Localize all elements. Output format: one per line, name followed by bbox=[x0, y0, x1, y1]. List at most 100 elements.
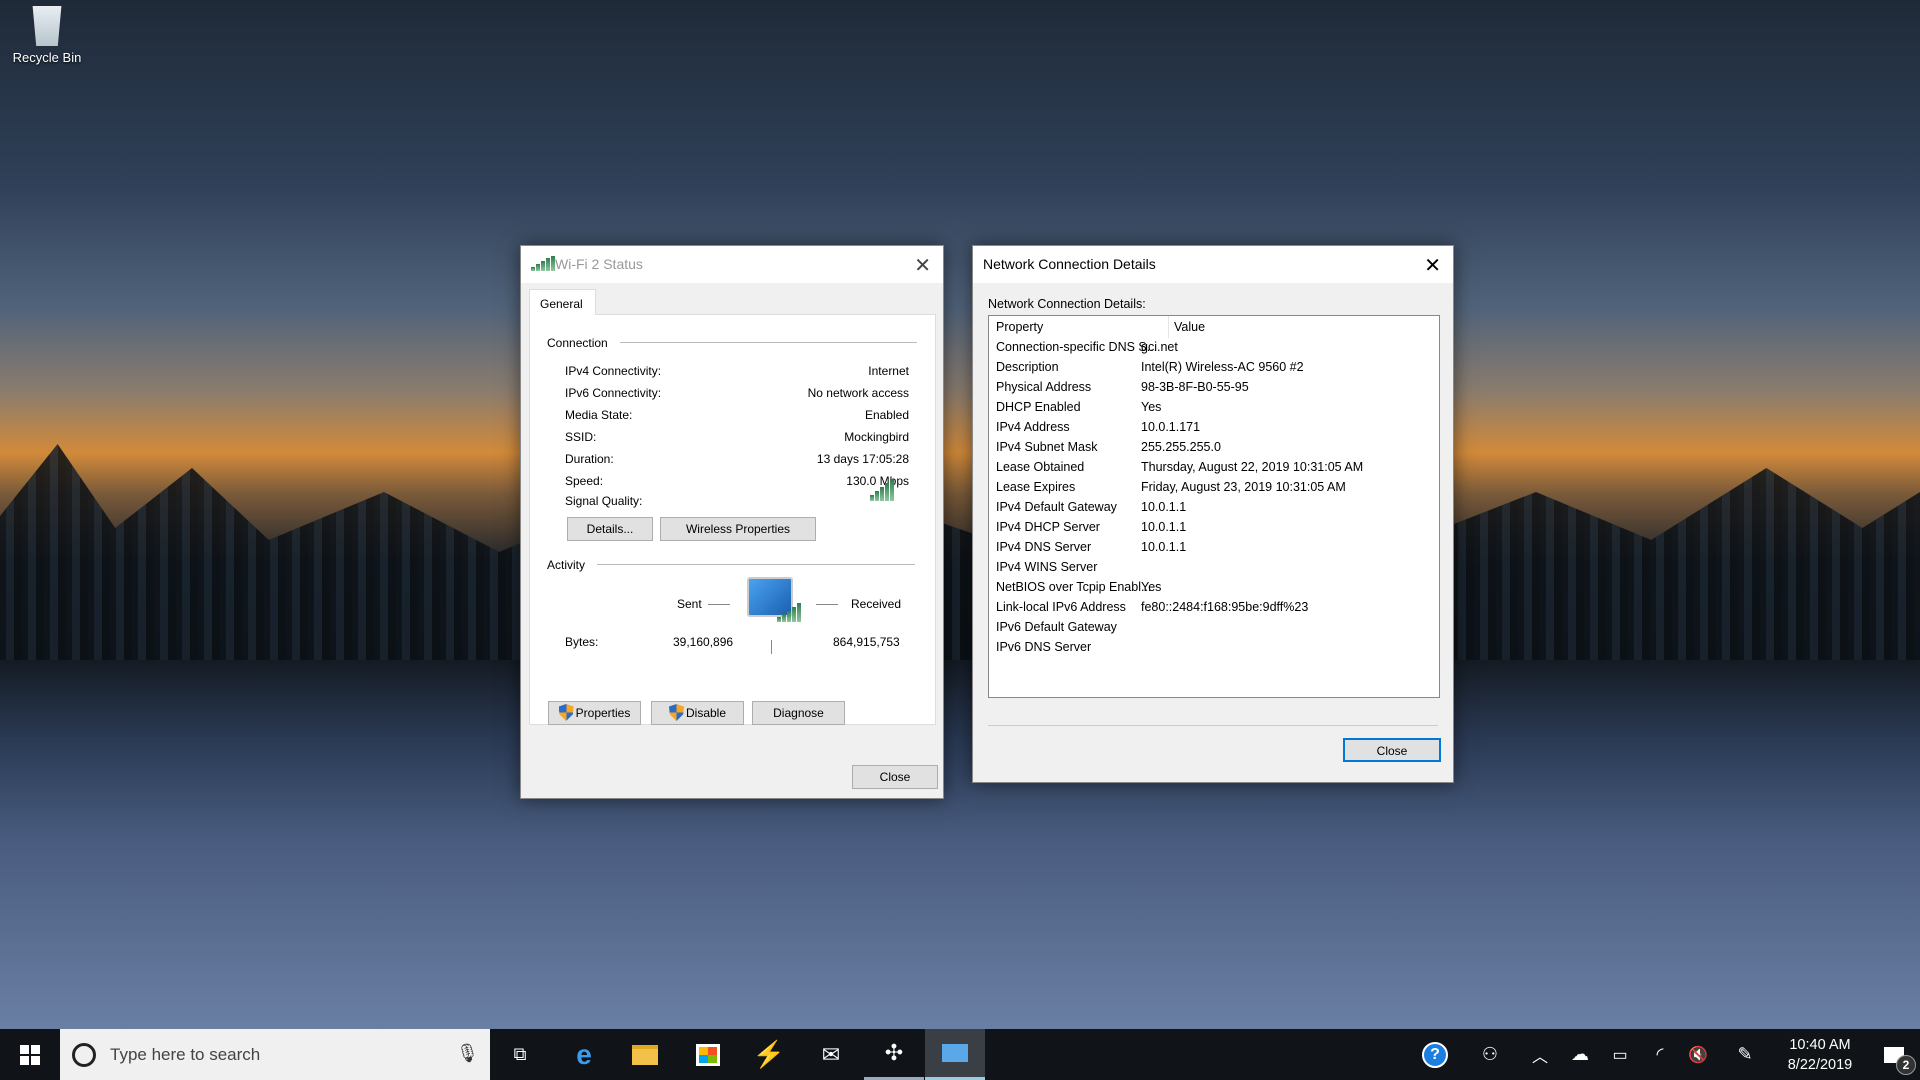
app-icon[interactable]: ✣ bbox=[864, 1029, 924, 1080]
column-header-property[interactable]: Property bbox=[996, 320, 1043, 334]
uac-shield-icon bbox=[558, 704, 574, 721]
property-cell: Link-local IPv6 Address bbox=[996, 600, 1126, 614]
property-cell: Lease Expires bbox=[996, 480, 1076, 494]
field-label: Duration: bbox=[565, 452, 614, 466]
value-cell: 10.0.1.1 bbox=[1141, 520, 1187, 534]
value-cell: 10.0.1.1 bbox=[1141, 500, 1187, 514]
property-cell: IPv6 DNS Server bbox=[996, 640, 1092, 654]
list-item[interactable]: IPv4 DNS Server 10.0.1.1 bbox=[996, 538, 1439, 558]
title-bar: Wi-Fi 2 Status ✕ bbox=[521, 246, 943, 283]
details-list[interactable]: Property Value Connection-specific DNS S… bbox=[988, 315, 1440, 698]
action-center-icon[interactable]: 2 bbox=[1868, 1029, 1920, 1080]
list-item[interactable]: IPv4 DHCP Server 10.0.1.1 bbox=[996, 518, 1439, 538]
field-value: 13 days 17:05:28 bbox=[816, 452, 909, 466]
list-item[interactable]: Lease Obtained Thursday, August 22, 2019… bbox=[996, 458, 1439, 478]
clock-date: 8/22/2019 bbox=[1787, 1057, 1853, 1073]
property-cell: IPv6 Default Gateway bbox=[996, 620, 1117, 634]
task-view-button[interactable]: ⧉ bbox=[490, 1029, 550, 1080]
list-item[interactable]: DHCP Enabled Yes bbox=[996, 398, 1439, 418]
close-icon[interactable]: ✕ bbox=[914, 253, 931, 278]
title-bar: Network Connection Details ✕ bbox=[973, 246, 1453, 283]
store-icon[interactable] bbox=[678, 1029, 738, 1080]
list-item[interactable]: Connection-specific DNS S... gci.net bbox=[996, 338, 1439, 358]
property-cell: IPv4 WINS Server bbox=[996, 560, 1098, 574]
details-caption: Network Connection Details: bbox=[988, 297, 1146, 311]
list-item[interactable]: Lease Expires Friday, August 23, 2019 10… bbox=[996, 478, 1439, 498]
wireless-properties-button[interactable]: Wireless Properties bbox=[660, 517, 816, 541]
cortana-icon bbox=[72, 1043, 96, 1067]
value-cell: 10.0.1.1 bbox=[1141, 540, 1187, 554]
field-value: Mockingbird bbox=[844, 430, 909, 444]
close-button[interactable]: Close bbox=[1343, 738, 1441, 762]
divider bbox=[816, 604, 838, 605]
property-cell: Description bbox=[996, 360, 1059, 374]
properties-button[interactable]: Properties bbox=[548, 701, 641, 725]
list-item[interactable]: NetBIOS over Tcpip Enabl... Yes bbox=[996, 578, 1439, 598]
received-label: Received bbox=[851, 597, 902, 611]
clock-time: 10:40 AM bbox=[1789, 1037, 1851, 1053]
field-value: Internet bbox=[868, 364, 909, 378]
recycle-bin-icon bbox=[32, 6, 62, 46]
column-divider[interactable] bbox=[1168, 316, 1169, 338]
visual-studio-code-icon[interactable]: ⚡ bbox=[739, 1029, 799, 1080]
value-cell: 10.0.1.171 bbox=[1141, 420, 1201, 434]
microphone-icon[interactable]: 🎙 bbox=[456, 1043, 479, 1064]
notification-count-badge: 2 bbox=[1896, 1055, 1916, 1075]
network-connections-icon[interactable] bbox=[925, 1029, 985, 1080]
wifi-signal-icon bbox=[531, 256, 555, 271]
bytes-received: 864,915,753 bbox=[833, 635, 900, 649]
recycle-bin-shortcut[interactable]: Recycle Bin bbox=[6, 6, 88, 65]
list-item[interactable]: Physical Address 98-3B-8F-B0-55-95 bbox=[996, 378, 1439, 398]
value-cell: Yes bbox=[1141, 400, 1162, 414]
disable-button[interactable]: Disable bbox=[651, 701, 744, 725]
desktop-wallpaper bbox=[0, 0, 1920, 1029]
property-cell: Lease Obtained bbox=[996, 460, 1085, 474]
field-label: Media State: bbox=[565, 408, 633, 422]
mail-icon[interactable]: ✉ bbox=[801, 1029, 861, 1080]
list-item[interactable]: Description Intel(R) Wireless-AC 9560 #2 bbox=[996, 358, 1439, 378]
tab-panel: Connection IPv4 Connectivity: Internet IPv… bbox=[529, 314, 936, 725]
list-item[interactable]: IPv6 Default Gateway bbox=[996, 618, 1439, 638]
properties-label: Properties bbox=[575, 706, 631, 720]
disable-label: Disable bbox=[685, 706, 727, 720]
details-button[interactable]: Details... bbox=[567, 517, 653, 541]
field-value: Enabled bbox=[864, 408, 909, 422]
search-box[interactable]: Type here to search 🎙 bbox=[60, 1029, 490, 1080]
column-header-value[interactable]: Value bbox=[1174, 320, 1205, 334]
connection-heading: Connection bbox=[547, 336, 608, 350]
field-label: Speed: bbox=[565, 474, 604, 488]
divider bbox=[771, 640, 772, 654]
tab-general[interactable]: General bbox=[529, 289, 596, 315]
list-item[interactable]: IPv4 WINS Server bbox=[996, 558, 1439, 578]
file-explorer-icon[interactable] bbox=[615, 1029, 675, 1080]
divider bbox=[988, 725, 1438, 726]
clock[interactable]: 10:40 AM 8/22/2019 bbox=[1770, 1035, 1870, 1075]
help-icon[interactable]: ? bbox=[1405, 1029, 1465, 1080]
property-cell: IPv4 DHCP Server bbox=[996, 520, 1100, 534]
property-cell: IPv4 Address bbox=[996, 420, 1070, 434]
value-cell: gci.net bbox=[1141, 340, 1178, 354]
property-cell: IPv4 DNS Server bbox=[996, 540, 1092, 554]
divider bbox=[708, 604, 730, 605]
list-item[interactable]: IPv4 Address 10.0.1.171 bbox=[996, 418, 1439, 438]
network-connection-details-dialog: Network Connection Details ✕ Network Con… bbox=[972, 245, 1454, 783]
windows-logo-icon bbox=[20, 1044, 40, 1065]
pen-icon[interactable]: ✎ bbox=[1715, 1029, 1775, 1080]
list-item[interactable]: IPv6 DNS Server bbox=[996, 638, 1439, 658]
start-button[interactable] bbox=[0, 1029, 60, 1080]
value-cell: 255.255.255.0 bbox=[1141, 440, 1221, 454]
list-item[interactable]: IPv4 Subnet Mask 255.255.255.0 bbox=[996, 438, 1439, 458]
wifi-status-dialog: Wi-Fi 2 Status ✕ General Connection IPv4… bbox=[520, 245, 944, 799]
dialog-title: Wi-Fi 2 Status bbox=[555, 256, 643, 272]
close-icon[interactable]: ✕ bbox=[1424, 253, 1441, 278]
diagnose-button[interactable]: Diagnose bbox=[752, 701, 845, 725]
close-button[interactable]: Close bbox=[852, 765, 938, 789]
field-label: IPv6 Connectivity: bbox=[565, 386, 662, 400]
activity-signal-icon bbox=[777, 603, 801, 622]
value-cell: Intel(R) Wireless-AC 9560 #2 bbox=[1141, 360, 1304, 374]
value-cell: Thursday, August 22, 2019 10:31:05 AM bbox=[1141, 460, 1364, 474]
list-item[interactable]: IPv4 Default Gateway 10.0.1.1 bbox=[996, 498, 1439, 518]
signal-quality-label: Signal Quality: bbox=[565, 494, 643, 508]
list-item[interactable]: Link-local IPv6 Address fe80::2484:f168:… bbox=[996, 598, 1439, 618]
edge-icon[interactable]: e bbox=[554, 1029, 614, 1080]
